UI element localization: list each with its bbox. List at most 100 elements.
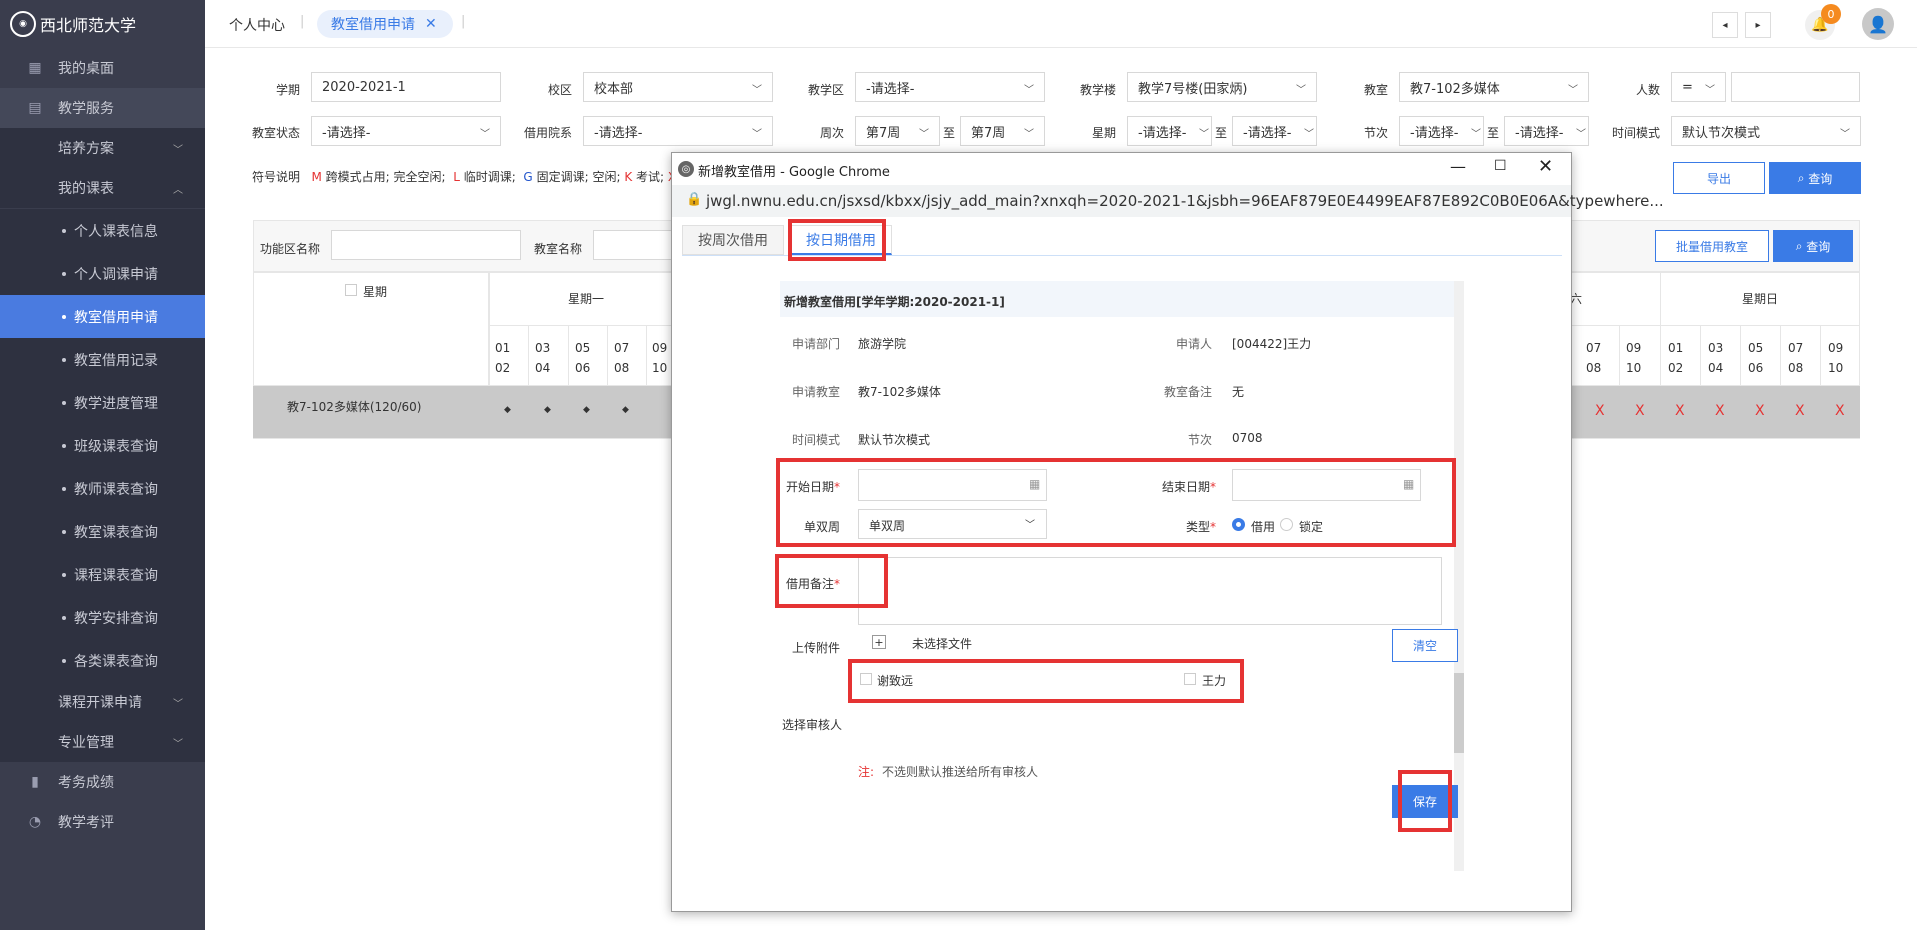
calendar-icon[interactable]: ▦ (1403, 477, 1414, 491)
day-from-select[interactable]: -请选择- ﹀ (1127, 116, 1212, 146)
time-mode-label: 时间模式 (1611, 126, 1660, 140)
remark-label: 借用备注* (785, 577, 840, 591)
room-value: 教7-102多媒体 (858, 385, 941, 399)
room-status-select[interactable]: -请选择- ﹀ (311, 116, 501, 146)
calendar-icon[interactable]: ▦ (1029, 477, 1040, 491)
occupied-mark[interactable]: ◆ (622, 405, 629, 415)
borrow-dept-select[interactable]: -请选择- ﹀ (583, 116, 773, 146)
x-mark[interactable]: X (1795, 403, 1805, 419)
close-icon[interactable]: ✕ (1538, 156, 1553, 177)
sidebar-item-course-schedule[interactable]: 课程课表查询 (0, 553, 205, 596)
export-button[interactable]: 导出 (1673, 162, 1765, 194)
maximize-icon[interactable]: ☐ (1494, 158, 1507, 174)
query-button[interactable]: ⌕ 查询 (1769, 162, 1861, 194)
week-from-select[interactable]: 第7周 ﹀ (855, 116, 940, 146)
sidebar-item-personal-adjust[interactable]: 个人调课申请 (0, 252, 205, 295)
start-date-input[interactable]: ▦ (858, 469, 1047, 501)
week-to-select[interactable]: 第7周 ﹀ (960, 116, 1045, 146)
occupied-mark[interactable]: ◆ (504, 405, 511, 415)
checkbox-reviewer-2[interactable] (1184, 673, 1196, 685)
occupied-mark[interactable]: ◆ (544, 405, 551, 415)
saturday-periods: 07 08 09 10 (1580, 326, 1660, 385)
active-tab[interactable]: 教室借用申请 ✕ (317, 10, 453, 38)
term-input[interactable]: 2020-2021-1 (311, 72, 501, 102)
remark-textarea[interactable] (858, 557, 1442, 625)
next-icon[interactable]: ▸ (1745, 12, 1771, 38)
sidebar-item-training-plan[interactable]: 培养方案 ﹀ (0, 128, 205, 168)
building-select[interactable]: 教学7号楼(田家炳) ﹀ (1127, 72, 1317, 102)
prev-icon[interactable]: ◂ (1712, 12, 1738, 38)
sidebar-item-exam[interactable]: ▮ 考务成绩 (0, 762, 205, 802)
sidebar-item-course-open[interactable]: 课程开课申请 ﹀ (0, 682, 205, 722)
period-cell: 03 04 (535, 341, 551, 375)
radio-lock[interactable] (1280, 518, 1293, 531)
room-note-label: 教室备注 (1163, 385, 1212, 399)
sidebar-item-major[interactable]: 专业管理 ﹀ (0, 722, 205, 762)
sidebar-item-teaching-service[interactable]: ▤ 教学服务 (0, 88, 205, 128)
bullet-icon (62, 400, 66, 405)
x-mark[interactable]: X (1835, 403, 1845, 419)
odd-even-select[interactable]: 单双周 ﹀ (858, 509, 1047, 539)
sidebar-item-classroom-borrow[interactable]: 教室借用申请 (0, 295, 205, 338)
sidebar-item-my-schedule[interactable]: 我的课表 ︿ (0, 168, 205, 208)
university-logo: ◉ 西北师范大学 (10, 8, 190, 40)
grid-query-button[interactable]: ⌕ 查询 (1773, 230, 1853, 262)
people-operator-select[interactable]: = ﹀ (1671, 72, 1726, 102)
address-bar[interactable]: 🔒 jwgl.nwnu.edu.cn/jsxsd/kbxx/jsjy_add_m… (672, 185, 1664, 217)
area-select[interactable]: -请选择- ﹀ (855, 72, 1045, 102)
sidebar-item-teacher-schedule[interactable]: 教师课表查询 (0, 467, 205, 510)
bullet-icon (62, 314, 66, 319)
scrollbar-thumb[interactable] (1454, 673, 1464, 753)
tab-by-date[interactable]: 按日期借用 (790, 225, 892, 255)
checkbox-reviewer-1[interactable] (860, 673, 872, 685)
radio-borrow[interactable] (1232, 518, 1245, 531)
campus-select[interactable]: 校本部 ﹀ (583, 72, 773, 102)
function-area-input[interactable] (331, 230, 521, 260)
period-to-select[interactable]: -请选择- ﹀ (1504, 116, 1589, 146)
room-name-input[interactable] (593, 230, 673, 260)
end-date-input[interactable]: ▦ (1232, 469, 1421, 501)
chevron-up-icon: ︿ (173, 184, 183, 196)
tab-by-week[interactable]: 按周次借用 (682, 225, 784, 255)
people-label: 人数 (1635, 83, 1660, 97)
plus-icon[interactable]: + (872, 635, 886, 649)
x-mark[interactable]: X (1715, 403, 1725, 419)
chevron-down-icon: ﹀ (1576, 129, 1586, 140)
day-to-select[interactable]: -请选择- ﹀ (1232, 116, 1317, 146)
batch-borrow-button[interactable]: 批量借用教室 (1655, 230, 1769, 262)
checkbox[interactable] (345, 284, 357, 296)
chevron-down-icon: ﹀ (1471, 129, 1481, 140)
monday-periods: 01 02 03 04 05 06 07 08 09 10 (489, 326, 669, 385)
x-mark[interactable]: X (1595, 403, 1605, 419)
close-icon[interactable]: ✕ (425, 16, 437, 32)
sidebar-item-room-schedule[interactable]: 教室课表查询 (0, 510, 205, 553)
x-mark[interactable]: X (1675, 403, 1685, 419)
room-status-label: 教室状态 (251, 126, 300, 140)
sidebar-item-progress[interactable]: 教学进度管理 (0, 381, 205, 424)
clear-button[interactable]: 清空 (1392, 629, 1458, 662)
reviewer-2-label: 王力 (1202, 674, 1227, 688)
people-input[interactable] (1731, 72, 1860, 102)
sidebar-item-class-schedule[interactable]: 班级课表查询 (0, 424, 205, 467)
sidebar-item-all-schedules[interactable]: 各类课表查询 (0, 639, 205, 682)
avatar[interactable]: 👤 (1862, 8, 1894, 40)
sidebar-item-personal-schedule[interactable]: 个人课表信息 (0, 209, 205, 252)
scrollbar[interactable] (1454, 281, 1464, 871)
period-cell: 09 10 (652, 341, 668, 375)
divider: | (300, 14, 305, 29)
sidebar-item-evaluation[interactable]: ◔ 教学考评 (0, 802, 205, 842)
sidebar-item-arrangement[interactable]: 教学安排查询 (0, 596, 205, 639)
time-mode-select[interactable]: 默认节次模式 ﹀ (1671, 116, 1861, 146)
period-from-select[interactable]: -请选择- ﹀ (1399, 116, 1484, 146)
x-mark[interactable]: X (1755, 403, 1765, 419)
room-select[interactable]: 教7-102多媒体 ﹀ (1399, 72, 1589, 102)
minimize-icon[interactable]: — (1450, 157, 1466, 176)
grid-icon: ▦ (28, 60, 42, 76)
chevron-down-icon: ﹀ (1304, 129, 1314, 140)
x-mark[interactable]: X (1635, 403, 1645, 419)
sidebar-item-borrow-record[interactable]: 教室借用记录 (0, 338, 205, 381)
occupied-mark[interactable]: ◆ (583, 405, 590, 415)
sidebar-item-desktop[interactable]: ▦ 我的桌面 (0, 48, 205, 88)
save-button[interactable]: 保存 (1392, 785, 1458, 818)
home-tab[interactable]: 个人中心 (229, 15, 285, 35)
